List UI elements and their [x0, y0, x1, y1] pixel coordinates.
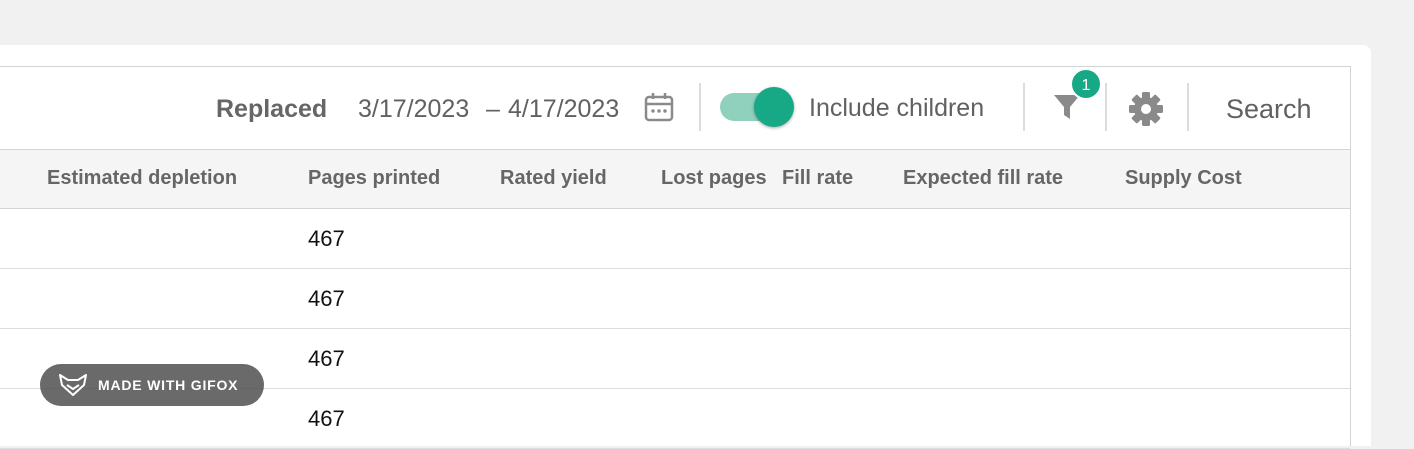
date-range-start[interactable]: 3/17/2023	[358, 95, 480, 124]
column-header-lost-pages[interactable]: Lost pages	[661, 167, 767, 190]
date-range-end[interactable]: 4/17/2023	[508, 95, 619, 124]
table-row[interactable]: 467	[0, 209, 1350, 269]
table-row[interactable]: 467	[0, 269, 1350, 329]
column-header-supply-cost[interactable]: Supply Cost	[1125, 167, 1242, 190]
report-type-label: Replaced	[216, 95, 328, 123]
toggle-knob	[754, 87, 794, 127]
toolbar-divider	[1105, 83, 1107, 131]
search-button[interactable]: Search	[1212, 89, 1326, 129]
filter-button[interactable]: 1	[1044, 67, 1104, 149]
date-range-separator: –	[486, 95, 500, 123]
column-header-expected-fill-rate[interactable]: Expected fill rate	[903, 167, 1063, 190]
toolbar-divider	[1187, 83, 1189, 131]
filter-count-badge: 1	[1070, 68, 1102, 100]
pages-printed-cell: 467	[308, 406, 345, 431]
toolbar: Replaced 3/17/2023 – 4/17/2023 Include c…	[0, 67, 1350, 149]
column-header-estimated-depletion[interactable]: Estimated depletion	[47, 167, 237, 190]
column-header-fill-rate[interactable]: Fill rate	[782, 167, 853, 190]
column-header-pages-printed[interactable]: Pages printed	[308, 167, 440, 190]
calendar-icon[interactable]	[643, 91, 675, 123]
fox-icon	[59, 374, 87, 396]
pages-printed-cell: 467	[308, 286, 345, 311]
watermark-text: MADE WITH GIFOX	[98, 377, 239, 393]
pages-printed-cell: 467	[308, 346, 345, 371]
column-header-rated-yield[interactable]: Rated yield	[500, 167, 607, 190]
gear-icon[interactable]	[1124, 87, 1168, 131]
pages-printed-cell: 467	[308, 226, 345, 251]
table-header: Estimated depletion Pages printed Rated …	[0, 149, 1350, 209]
gifox-watermark: MADE WITH GIFOX	[40, 364, 264, 406]
toolbar-divider	[699, 83, 701, 131]
include-children-label: Include children	[809, 94, 985, 122]
toolbar-divider	[1023, 83, 1025, 131]
include-children-toggle[interactable]	[720, 87, 796, 127]
